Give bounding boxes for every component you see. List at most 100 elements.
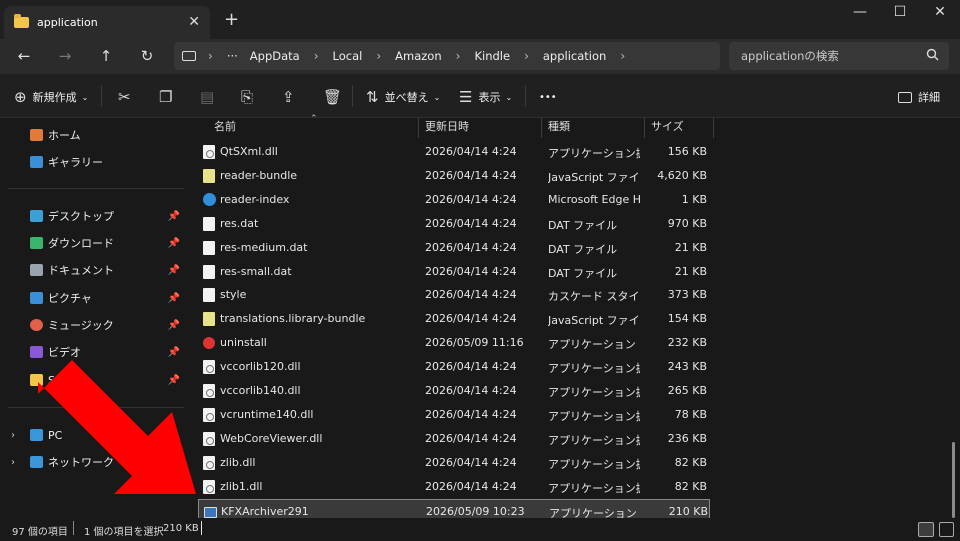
file-row[interactable]: vcruntime140.dll 2026/04/14 4:24 アプリケーション拡… xyxy=(198,403,710,427)
share-button[interactable]: ⇪ xyxy=(282,87,295,107)
maximize-button[interactable]: ☐ xyxy=(885,4,915,20)
file-row[interactable]: vccorlib140.dll 2026/04/14 4:24 アプリケーション拡張… xyxy=(198,379,710,403)
back-button[interactable]: ← xyxy=(12,45,36,67)
more-options-button[interactable]: ••• xyxy=(539,87,557,107)
chevron-down-icon: ⌄ xyxy=(433,92,441,102)
delete-button[interactable]: 🗑 xyxy=(323,87,342,107)
forward-button[interactable]: → xyxy=(53,45,77,67)
file-row[interactable]: reader-bundle 2026/04/14 4:24 JavaScript フ… xyxy=(198,164,710,188)
rename-button[interactable]: ⎘ xyxy=(241,87,253,107)
new-button[interactable]: ⊕ 新規作成 ⌄ xyxy=(14,87,88,107)
file-modified-date: 2026/04/14 4:24 xyxy=(425,192,517,206)
pin-icon[interactable]: 📌 xyxy=(168,375,180,386)
sidebar-item-videos[interactable]: ビデオ 📌 xyxy=(0,340,188,364)
copy-button[interactable]: ❐ xyxy=(159,87,172,107)
search-placeholder: applicationの検索 xyxy=(741,49,839,63)
tab-title: application xyxy=(37,16,98,29)
file-exe-icon xyxy=(204,506,217,518)
breadcrumb-local[interactable]: Local xyxy=(333,49,363,63)
pin-icon[interactable]: 📌 xyxy=(168,293,180,304)
refresh-button[interactable]: ↻ xyxy=(135,45,159,67)
column-divider[interactable] xyxy=(713,118,714,138)
details-view-icon[interactable] xyxy=(918,522,934,537)
command-bar: ⊕ 新規作成 ⌄ ✂ ❐ ▤ ⎘ ⇪ 🗑 ⇅ 並べ替え ⌄ ☰ 表示 ⌄ •••… xyxy=(0,74,960,118)
sidebar-item-music[interactable]: ミュージック 📌 xyxy=(0,313,188,337)
file-row[interactable]: vccorlib120.dll 2026/04/14 4:24 アプリケーション拡張… xyxy=(198,355,710,379)
videos-icon xyxy=(30,346,43,358)
file-row[interactable]: WebCoreViewer.dll 2026/04/14 4:24 アプリケーション… xyxy=(198,427,710,451)
address-bar[interactable]: › ··· AppData › Local › Amazon › Kindle … xyxy=(174,42,720,70)
sidebar-item-gallery[interactable]: ギャラリー xyxy=(0,150,188,174)
search-input[interactable]: applicationの検索 xyxy=(729,42,949,70)
chevron-right-icon[interactable]: › xyxy=(314,49,319,63)
file-modified-date: 2026/04/14 4:24 xyxy=(425,264,517,278)
cut-button[interactable]: ✂ xyxy=(118,87,131,107)
pin-icon[interactable]: 📌 xyxy=(168,265,180,276)
file-row[interactable]: translations.library-bundle 2026/04/14 4:… xyxy=(198,307,710,331)
file-row[interactable]: reader-index 2026/04/14 4:24 Microsoft Edg… xyxy=(198,188,710,212)
pin-icon[interactable]: 📌 xyxy=(168,238,180,249)
chevron-right-icon[interactable]: › xyxy=(620,49,625,63)
view-button[interactable]: ☰ 表示 ⌄ xyxy=(459,87,512,107)
breadcrumb-application[interactable]: application xyxy=(543,49,606,63)
share-icon: ⇪ xyxy=(282,88,295,106)
column-header-date[interactable]: 更新日時 xyxy=(419,118,541,138)
file-row[interactable]: zlib1.dll 2026/04/14 4:24 アプリケーション拡張 82 KB xyxy=(198,475,710,499)
sidebar-item-folder[interactable]: So 📌 xyxy=(0,368,188,392)
sidebar-item-documents[interactable]: ドキュメント 📌 xyxy=(0,258,188,282)
file-dll-icon xyxy=(203,407,215,422)
file-size: 82 KB xyxy=(674,455,707,469)
file-type: Microsoft Edge H... xyxy=(548,192,640,206)
chevron-right-icon[interactable]: › xyxy=(208,49,213,63)
file-row[interactable]: style 2026/04/14 4:24 カスケード スタイル シ... 373 K… xyxy=(198,283,710,307)
sidebar-item-network[interactable]: › ネットワーク xyxy=(0,450,188,474)
file-row[interactable]: uninstall 2026/05/09 11:16 アプリケーション 232 KB xyxy=(198,331,710,355)
pin-icon[interactable]: 📌 xyxy=(168,347,180,358)
sidebar-item-home[interactable]: ホーム xyxy=(0,123,188,147)
search-icon[interactable] xyxy=(926,48,939,61)
file-row[interactable]: QtSXml.dll 2026/04/14 4:24 アプリケーション拡張 156 K… xyxy=(198,140,710,164)
file-row[interactable]: res.dat 2026/04/14 4:24 DAT ファイル 970 KB xyxy=(198,212,710,236)
file-type: アプリケーション xyxy=(548,338,636,352)
file-type: アプリケーション拡張 xyxy=(548,433,640,447)
minimize-button[interactable]: — xyxy=(845,4,875,20)
column-header-type[interactable]: 種類 xyxy=(542,118,644,138)
column-header-name[interactable]: 名前 xyxy=(208,118,418,138)
file-modified-date: 2026/04/14 4:24 xyxy=(425,407,517,421)
chevron-right-icon[interactable]: › xyxy=(11,430,15,441)
pin-icon[interactable]: 📌 xyxy=(168,211,180,222)
file-row[interactable]: res-small.dat 2026/04/14 4:24 DAT ファイル 21 K… xyxy=(198,260,710,284)
sort-button[interactable]: ⇅ 並べ替え ⌄ xyxy=(366,87,440,107)
file-row[interactable]: res-medium.dat 2026/04/14 4:24 DAT ファイル 21 … xyxy=(198,236,710,260)
details-pane-button[interactable]: 詳細 xyxy=(898,87,940,107)
desktop-icon xyxy=(30,210,43,222)
new-tab-button[interactable]: + xyxy=(224,9,239,30)
close-window-button[interactable]: ✕ xyxy=(925,4,955,20)
tab-close-icon[interactable]: ✕ xyxy=(188,14,200,30)
sidebar-item-downloads[interactable]: ダウンロード 📌 xyxy=(0,231,188,255)
title-bar: application ✕ + — ☐ ✕ xyxy=(0,0,960,39)
paste-button[interactable]: ▤ xyxy=(200,87,214,107)
tab-application[interactable]: application ✕ xyxy=(4,6,210,39)
documents-icon xyxy=(30,264,43,276)
pin-icon[interactable]: 📌 xyxy=(168,320,180,331)
breadcrumb-appdata[interactable]: AppData xyxy=(250,49,300,63)
vertical-scrollbar[interactable] xyxy=(952,442,955,518)
file-row[interactable]: zlib.dll 2026/04/14 4:24 アプリケーション拡張 82 KB xyxy=(198,451,710,475)
sidebar-item-pc[interactable]: › PC xyxy=(0,423,188,447)
column-header-size[interactable]: サイズ xyxy=(645,118,713,138)
chevron-right-icon[interactable]: › xyxy=(11,457,15,468)
chevron-right-icon[interactable]: › xyxy=(376,49,381,63)
chevron-right-icon[interactable]: › xyxy=(456,49,461,63)
chevron-right-icon[interactable]: › xyxy=(524,49,529,63)
file-type: アプリケーション拡張 xyxy=(548,147,640,160)
breadcrumb-amazon[interactable]: Amazon xyxy=(395,49,441,63)
breadcrumb-kindle[interactable]: Kindle xyxy=(474,49,510,63)
sidebar-item-pictures[interactable]: ピクチャ 📌 xyxy=(0,286,188,310)
file-size: 1 KB xyxy=(681,192,707,206)
sidebar-item-desktop[interactable]: デスクトップ 📌 xyxy=(0,204,188,228)
up-button[interactable]: ↑ xyxy=(94,45,118,67)
tiles-view-icon[interactable] xyxy=(939,522,954,537)
breadcrumb-overflow[interactable]: ··· xyxy=(227,49,238,63)
file-name: vccorlib120.dll xyxy=(220,360,301,374)
